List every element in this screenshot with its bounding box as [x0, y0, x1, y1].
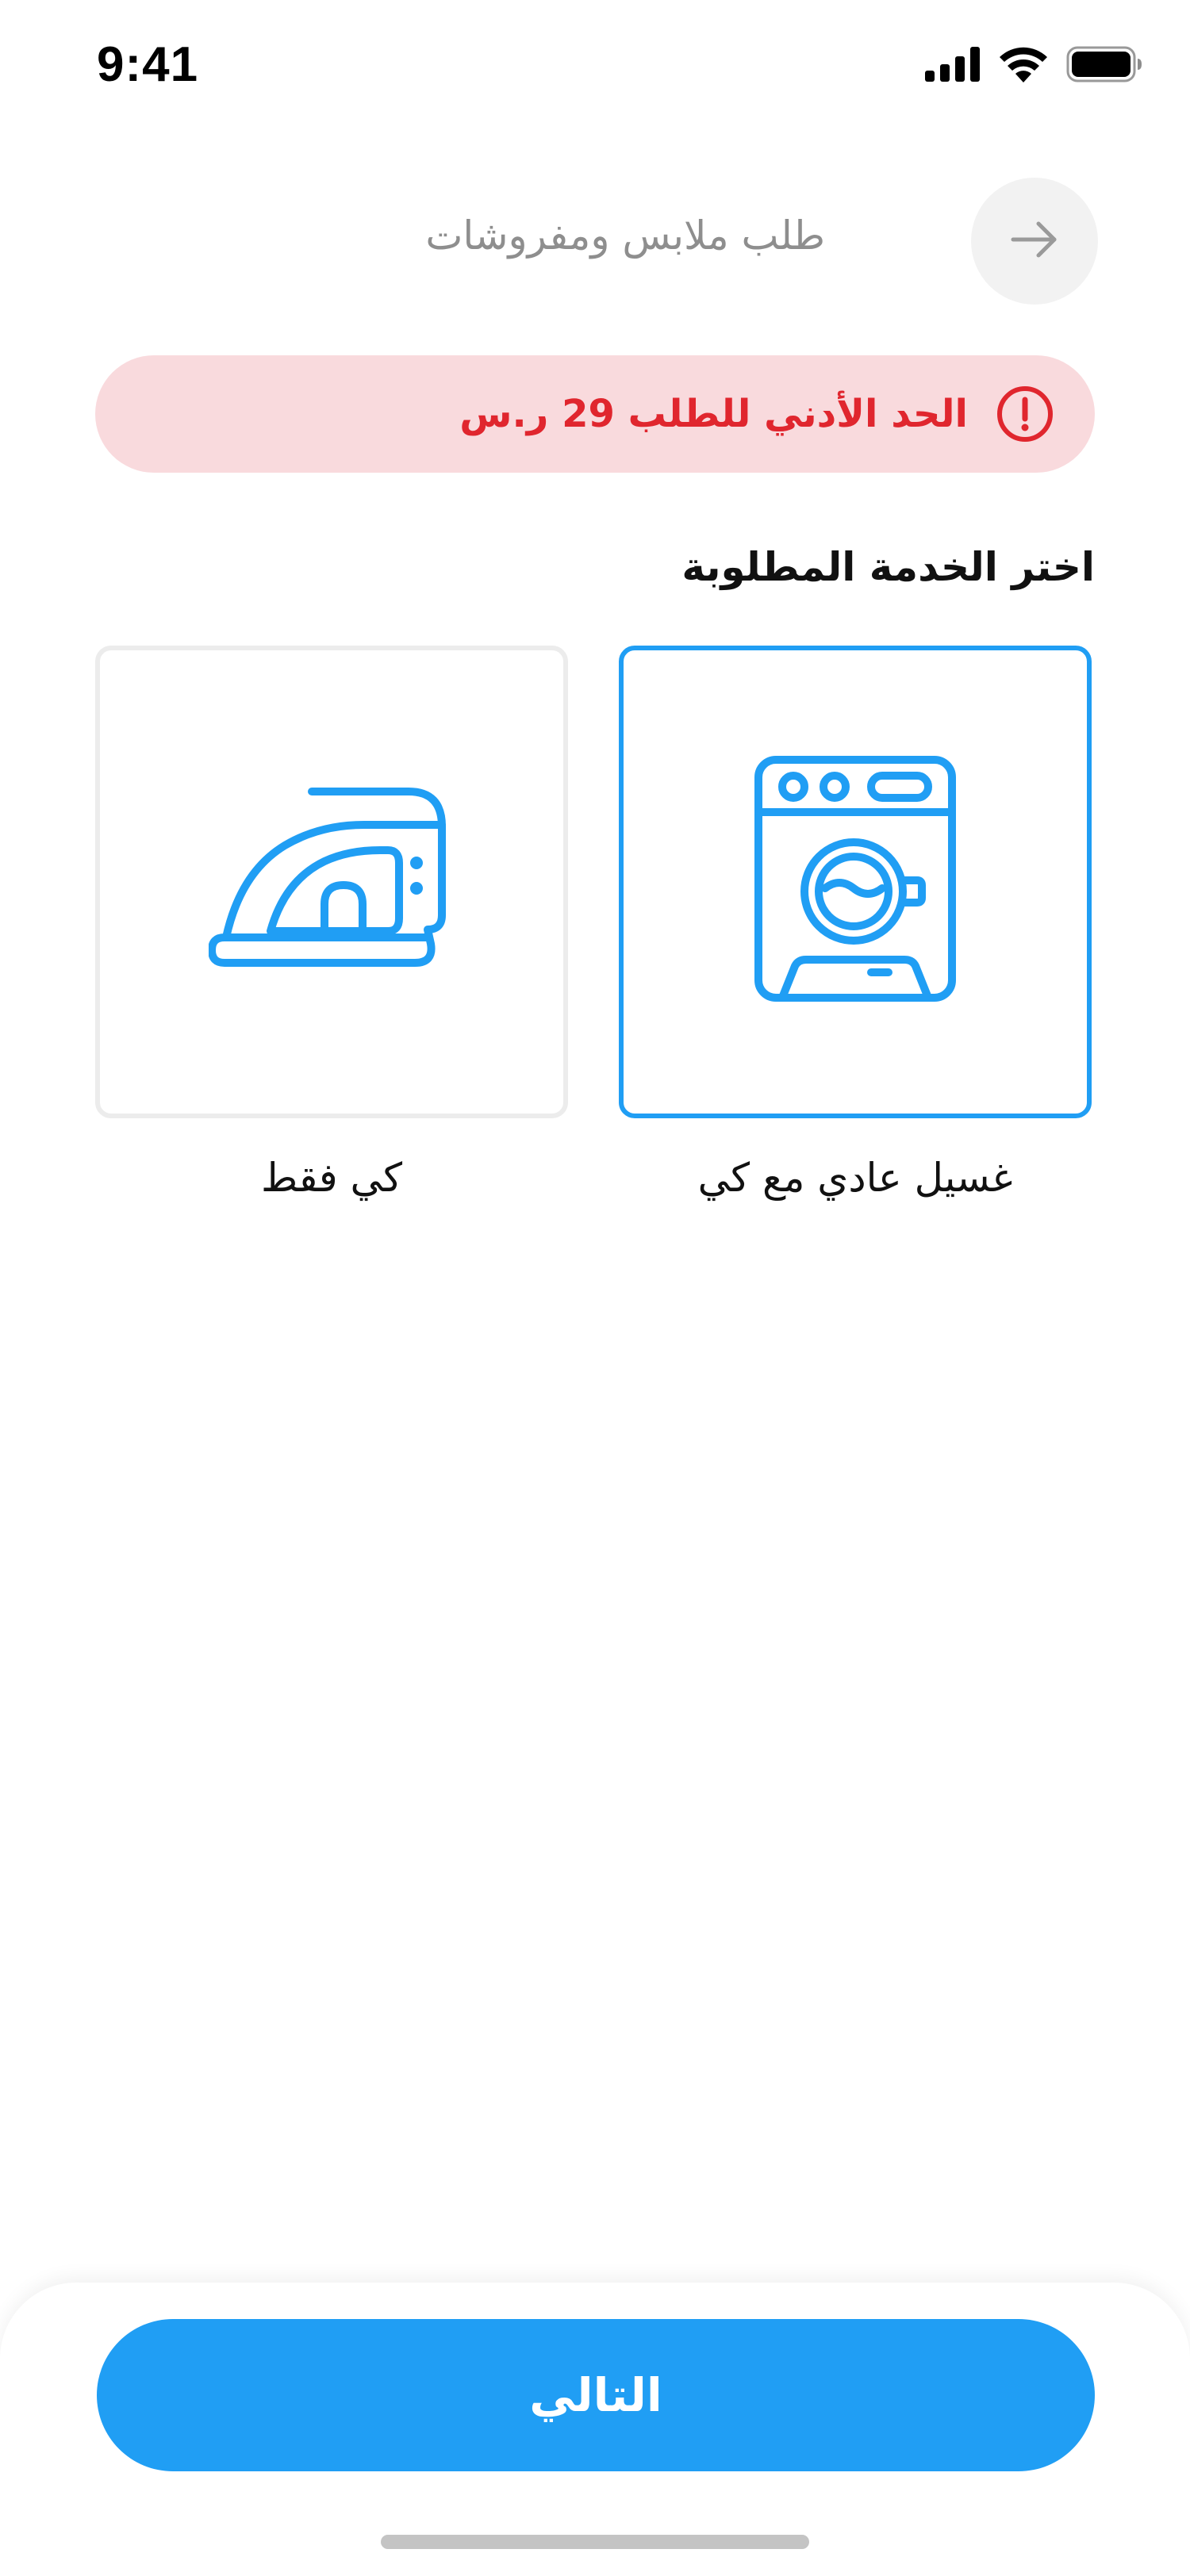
back-button[interactable] [971, 178, 1098, 305]
service-card-iron-only[interactable] [95, 646, 568, 1118]
status-time: 9:41 [97, 37, 199, 92]
status-icons [925, 46, 1142, 86]
cellular-signal-icon [925, 47, 981, 85]
status-bar: 9:41 [0, 0, 1190, 135]
page-title: طلب ملابس ومفروشات [425, 213, 825, 259]
battery-icon [1066, 46, 1142, 86]
min-order-alert: الحد الأدني للطلب 29 ر.س [95, 355, 1095, 473]
washing-machine-icon [752, 753, 958, 1010]
service-label-iron-only: كي فقط [260, 1155, 403, 1201]
service-card-wash-and-iron[interactable] [619, 646, 1092, 1118]
section-heading: اختر الخدمة المطلوبة [681, 544, 1095, 590]
alert-text: الحد الأدني للطلب 29 ر.س [459, 392, 968, 436]
wifi-icon [998, 46, 1049, 86]
arrow-right-icon [1007, 212, 1062, 270]
home-indicator[interactable] [381, 2535, 809, 2549]
exclamation-circle-icon [995, 384, 1055, 444]
next-button[interactable]: التالي [97, 2319, 1095, 2471]
service-label-wash-and-iron: غسيل عادي مع كي [697, 1155, 1013, 1201]
iron-icon [208, 785, 455, 979]
